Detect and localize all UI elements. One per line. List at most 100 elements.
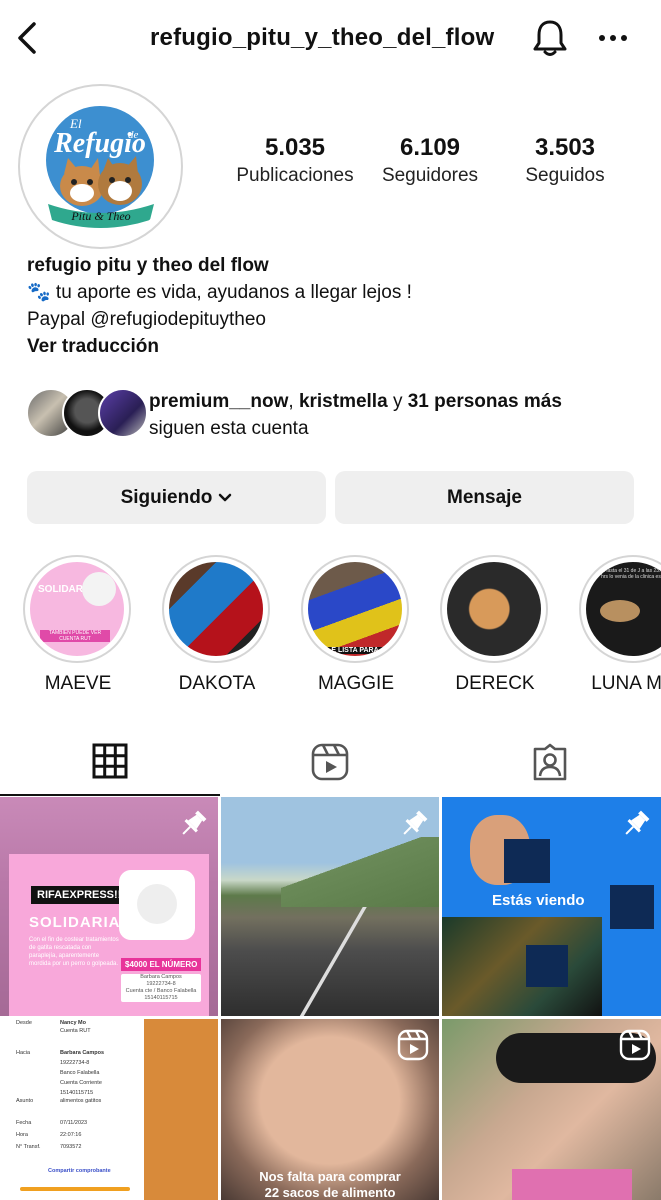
reels-icon xyxy=(311,743,349,781)
receipt-value: 15140115715 xyxy=(60,1090,94,1096)
stat-following-value: 3.503 xyxy=(534,134,596,161)
post-transfer-receipt[interactable]: Desde Nancy Mo Cuenta RUT Hacia Barbara … xyxy=(0,1019,218,1200)
receipt-value: 07/11/2023 xyxy=(60,1120,88,1126)
highlight-label: DAKOTA xyxy=(178,673,256,694)
post-caption: Estás viendo xyxy=(492,892,585,909)
post-reel-face[interactable]: Nos falta para comprar 22 sacos de alime… xyxy=(221,1019,439,1200)
follower-avatar xyxy=(98,388,148,438)
highlight-cover xyxy=(447,562,541,656)
bio-line-2: Paypal @refugiodepituytheo xyxy=(27,309,267,330)
following-button[interactable]: Siguiendo xyxy=(27,471,326,524)
message-button-label: Mensaje xyxy=(447,486,522,508)
bank-holder: Barbara Campos xyxy=(140,974,182,980)
bank-name: Cuenta cte / Banco Falabella xyxy=(125,988,197,994)
receipt-value: 22:07:16 xyxy=(60,1132,82,1138)
highlight-luna[interactable]: Hasta el 31 de J a las 23.50 hrs lo veni… xyxy=(579,555,661,695)
stat-posts-label: Publicaciones xyxy=(236,165,354,186)
refugio-logo: El Refugio de Pitu & Theo xyxy=(28,94,173,239)
receipt-key: Asunto xyxy=(16,1098,34,1104)
highlight-label: DERECK xyxy=(455,673,535,694)
highlight-cover: SOLIDARIA TAMBIEN PUEDE VER CUENTA RUT xyxy=(30,562,124,656)
cat-photo xyxy=(600,600,640,622)
followed-by-line-2: siguen esta cuenta xyxy=(149,418,309,439)
highlight-cover-text: TAMBIEN PUEDE VER CUENTA RUT xyxy=(40,630,110,642)
highlight-cover-text: Hasta el 31 de J a las 23.50 hrs lo veni… xyxy=(601,568,661,580)
highlight-cover: Hasta el 31 de J a las 23.50 hrs lo veni… xyxy=(586,562,661,656)
separator: , xyxy=(288,391,299,412)
stat-followers-label: Seguidores xyxy=(381,165,479,186)
highlight-maeve[interactable]: SOLIDARIA TAMBIEN PUEDE VER CUENTA RUT M… xyxy=(23,555,133,695)
receipt-key: Hora xyxy=(16,1132,28,1138)
followed-by-text: premium__now, kristmella y 31 personas m… xyxy=(149,388,562,442)
following-button-label: Siguiendo xyxy=(120,486,213,508)
others-count[interactable]: 31 personas más xyxy=(408,391,562,412)
stat-posts-value: 5.035 xyxy=(264,134,326,161)
chevron-down-icon xyxy=(219,493,232,501)
receipt-value: 19222734-8 xyxy=(60,1060,90,1066)
stat-followers[interactable]: 6.109 Seguidores xyxy=(368,134,492,190)
kitten-photo xyxy=(119,870,195,940)
more-dots-icon[interactable] xyxy=(598,32,628,44)
receipt-value: Cuenta RUT xyxy=(60,1028,91,1034)
post-estas-viendo[interactable]: Estás viendo xyxy=(442,797,661,1016)
raffle-badge: RIFAEXPRESS!! xyxy=(31,886,128,904)
tagged-icon xyxy=(533,743,567,781)
tab-tagged[interactable] xyxy=(440,728,660,796)
raffle-price: $4000 EL NÚMERO xyxy=(121,958,202,971)
road-line xyxy=(299,907,367,1016)
post-road[interactable] xyxy=(221,797,439,1016)
chevron-left-icon[interactable] xyxy=(14,20,40,56)
receipt-value: 7093572 xyxy=(60,1144,82,1150)
logo-banner-text: Pitu & Theo xyxy=(70,209,130,223)
receipt: Desde Nancy Mo Cuenta RUT Hacia Barbara … xyxy=(0,1019,144,1200)
receipt-value: alimentos gatitos xyxy=(60,1098,102,1104)
receipt-key: Fecha xyxy=(16,1120,32,1126)
grid-icon xyxy=(92,743,128,779)
top-bar: refugio_pitu_y_theo_del_flow xyxy=(0,0,661,78)
bank-rut: 19222734-8 xyxy=(146,981,176,987)
message-button[interactable]: Mensaje xyxy=(335,471,634,524)
bell-icon[interactable] xyxy=(532,18,568,58)
highlight-cover: E LISTA PARA xyxy=(308,562,402,656)
post-caption-line-1: Nos falta para comprar xyxy=(259,1169,401,1184)
highlight-dereck[interactable]: DERECK xyxy=(440,555,550,695)
profile-name: refugio pitu y theo del flow xyxy=(27,255,269,276)
highlight-cover xyxy=(169,562,263,656)
profile-tabs xyxy=(0,728,661,796)
highlight-maggie[interactable]: E LISTA PARA MAGGIE xyxy=(301,555,411,695)
follower-name[interactable]: kristmella xyxy=(299,391,388,412)
and-text: y xyxy=(387,391,408,412)
highlight-dakota[interactable]: DAKOTA xyxy=(162,555,272,695)
receipt-key: N° Transf. xyxy=(16,1144,41,1150)
bio-line-1: 🐾 tu aporte es vida, ayudanos a llegar l… xyxy=(27,282,412,303)
highlight-label: LUNA MO xyxy=(591,673,661,694)
receipt-value: Cuenta Corriente xyxy=(60,1080,102,1086)
hill xyxy=(281,837,439,907)
receipt-bar xyxy=(20,1187,130,1191)
profile-avatar[interactable]: El Refugio de Pitu & Theo xyxy=(18,84,183,249)
raffle-body: Con el fin de costear tratamientos de ga… xyxy=(29,937,119,967)
post-raffle[interactable]: RIFAEXPRESS!! SOLIDARIA Con el fin de co… xyxy=(0,797,218,1016)
pin-icon xyxy=(625,810,650,835)
person-shirt xyxy=(442,917,602,1016)
receipt-share: Compartir comprobante xyxy=(48,1168,111,1174)
follower-name[interactable]: premium__now xyxy=(149,391,288,412)
post-reel-sunglasses[interactable] xyxy=(442,1019,661,1200)
post-caption-line-2: 22 sacos de alimento xyxy=(264,1185,396,1200)
redaction-box xyxy=(504,839,550,883)
pin-icon xyxy=(403,810,428,835)
receipt-value: Banco Falabella xyxy=(60,1070,100,1076)
receipt-value: Barbara Campos xyxy=(60,1050,105,1056)
kitten-photo xyxy=(82,572,116,606)
highlight-label: MAGGIE xyxy=(317,673,394,694)
reels-icon xyxy=(619,1029,651,1061)
followed-by[interactable]: premium__now, kristmella y 31 personas m… xyxy=(26,388,646,448)
see-translation-link[interactable]: Ver traducción xyxy=(27,333,647,360)
tab-reels[interactable] xyxy=(220,728,440,796)
bank-account: 15140115715 xyxy=(144,995,178,1001)
tab-posts[interactable] xyxy=(0,728,220,796)
post-caption: Nos falta para comprar 22 sacos de alime… xyxy=(221,1169,439,1200)
stat-following[interactable]: 3.503 Seguidos xyxy=(506,134,624,190)
receipt-key: Hacia xyxy=(16,1050,31,1056)
stat-posts[interactable]: 5.035 Publicaciones xyxy=(228,134,362,190)
